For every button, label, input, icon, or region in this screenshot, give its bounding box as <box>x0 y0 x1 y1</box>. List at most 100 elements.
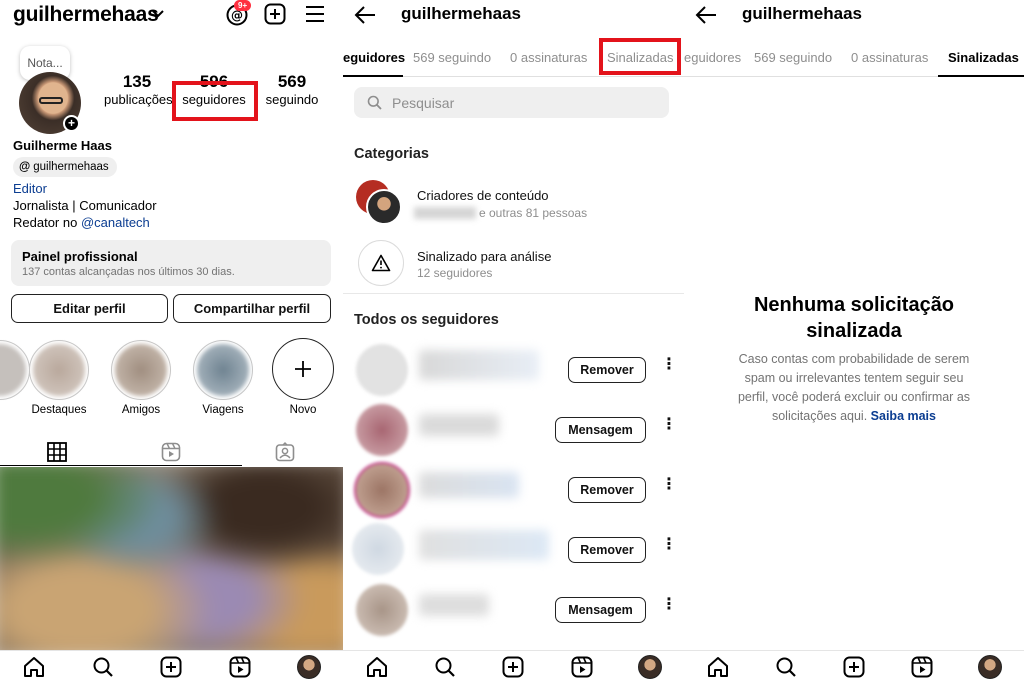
more-options-icon[interactable]: ⋮ <box>661 597 677 613</box>
category-flagged-review[interactable]: Sinalizado para análise 12 seguidores <box>354 240 674 288</box>
more-options-icon[interactable]: ⋮ <box>661 357 677 373</box>
threads-handle: guilhermehaas <box>33 161 109 173</box>
create-icon[interactable] <box>842 655 866 679</box>
avatar <box>356 584 408 636</box>
profile-avatar-nav[interactable] <box>637 655 662 679</box>
add-story-icon[interactable]: + <box>63 115 80 132</box>
empty-state-description: Caso contas com probabilidade de serem s… <box>737 352 971 423</box>
avatar <box>356 464 408 516</box>
notification-badge: 9+ <box>234 0 252 11</box>
chevron-down-icon[interactable] <box>152 10 164 18</box>
empty-state-title: Nenhuma solicitação sinalizada <box>753 294 955 342</box>
stat-following[interactable]: 569 seguindo <box>259 72 325 107</box>
followers-screen: guilhermehaas eguidores 569 seguindo 0 a… <box>343 0 684 683</box>
message-button[interactable]: Mensagem <box>555 597 646 623</box>
profile-avatar-nav[interactable] <box>978 655 1002 679</box>
tab-indicator <box>343 75 403 77</box>
highlight-box-flagged <box>599 38 681 75</box>
follower-row[interactable]: Mensagem ⋮ <box>343 580 684 640</box>
posts-grid[interactable] <box>0 467 343 650</box>
follower-row[interactable]: Remover ⋮ <box>343 520 684 580</box>
bottom-nav <box>343 650 684 683</box>
home-icon[interactable] <box>706 655 730 679</box>
remove-button[interactable]: Remover <box>568 357 646 383</box>
highlight-viagens[interactable]: Viagens <box>183 340 263 416</box>
more-options-icon[interactable]: ⋮ <box>661 417 677 433</box>
tab-indicator <box>0 465 242 466</box>
blurred-name <box>419 472 519 498</box>
menu-icon[interactable] <box>305 4 325 24</box>
tab-followers[interactable]: eguidores <box>343 50 405 65</box>
search-icon <box>367 95 382 110</box>
tab-flagged[interactable]: Sinalizadas <box>948 50 1019 65</box>
tab-subscriptions[interactable]: 0 assinaturas <box>510 50 587 65</box>
more-options-icon[interactable]: ⋮ <box>661 477 677 493</box>
search-input[interactable]: Pesquisar <box>392 95 454 111</box>
back-arrow-icon[interactable] <box>695 5 717 25</box>
highlight-amigos[interactable]: Amigos <box>101 340 181 416</box>
avatar <box>366 189 402 225</box>
back-arrow-icon[interactable] <box>354 5 376 25</box>
header-username: guilhermehaas <box>401 4 521 23</box>
profile-avatar-nav[interactable] <box>296 655 321 679</box>
search-icon[interactable] <box>433 655 457 679</box>
highlight-new[interactable]: Novo <box>263 338 343 416</box>
divider <box>343 293 684 294</box>
share-profile-button[interactable]: Compartilhar perfil <box>173 294 331 323</box>
display-name: Guilherme Haas <box>13 138 112 153</box>
avatar <box>356 344 408 396</box>
category-content-creators[interactable]: Criadores de conteúdo e outras 81 pessoa… <box>354 177 674 233</box>
warning-icon <box>358 240 404 286</box>
bottom-nav <box>684 650 1024 683</box>
remove-button[interactable]: Remover <box>568 477 646 503</box>
blurred-name <box>419 350 539 380</box>
tab-subscriptions[interactable]: 0 assinaturas <box>851 50 928 65</box>
avatar <box>352 523 404 575</box>
edit-profile-button[interactable]: Editar perfil <box>11 294 168 323</box>
search-icon[interactable] <box>774 655 798 679</box>
stat-posts[interactable]: 135 publicações <box>104 72 173 107</box>
threads-handle-chip[interactable]: @ guilhermehaas <box>13 157 117 177</box>
threads-icon: @ <box>19 161 31 173</box>
plus-icon <box>272 338 334 400</box>
categories-heading: Categorias <box>354 146 429 162</box>
more-options-icon[interactable]: ⋮ <box>661 537 677 553</box>
bio-line: Jornalista | Comunicador <box>13 198 157 213</box>
remove-button[interactable]: Remover <box>568 537 646 563</box>
tab-indicator <box>938 75 1024 77</box>
home-icon[interactable] <box>22 655 46 679</box>
mention-link[interactable]: @canaltech <box>81 215 150 230</box>
bio-line-mention: Redator no @canaltech <box>13 215 150 230</box>
follower-row[interactable]: Remover ⋮ <box>343 340 684 400</box>
home-icon[interactable] <box>365 655 389 679</box>
tab-following[interactable]: 569 seguindo <box>413 50 491 65</box>
profile-screen: guilhermehaas @ 9+ Nota... + 135 publica… <box>0 0 343 683</box>
reels-icon[interactable] <box>570 655 594 679</box>
tab-following[interactable]: 569 seguindo <box>754 50 832 65</box>
highlight-box-followers <box>172 81 258 121</box>
highlight-destaques[interactable]: Destaques <box>19 340 99 416</box>
message-button[interactable]: Mensagem <box>555 417 646 443</box>
avatar <box>356 404 408 456</box>
tab-followers[interactable]: eguidores <box>684 50 741 65</box>
professional-dashboard[interactable]: Painel profissional 137 contas alcançada… <box>11 240 331 286</box>
create-icon[interactable] <box>501 655 525 679</box>
blurred-name <box>414 207 476 219</box>
profile-username[interactable]: guilhermehaas <box>13 3 159 27</box>
reels-icon[interactable] <box>161 442 181 462</box>
search-field[interactable]: Pesquisar <box>354 87 669 118</box>
follower-row[interactable]: Remover ⋮ <box>343 460 684 520</box>
create-icon[interactable] <box>264 3 286 25</box>
tagged-icon[interactable] <box>275 442 295 462</box>
all-followers-heading: Todos os seguidores <box>354 312 499 328</box>
follower-row[interactable]: Mensagem ⋮ <box>343 400 684 460</box>
flagged-screen: guilhermehaas eguidores 569 seguindo 0 a… <box>684 0 1024 683</box>
learn-more-link[interactable]: Saiba mais <box>871 409 936 423</box>
profile-category: Editor <box>13 181 47 196</box>
search-icon[interactable] <box>91 655 115 679</box>
grid-icon[interactable] <box>47 442 67 462</box>
reels-icon[interactable] <box>910 655 934 679</box>
reels-icon[interactable] <box>228 655 252 679</box>
blurred-name <box>419 414 499 436</box>
create-icon[interactable] <box>159 655 183 679</box>
